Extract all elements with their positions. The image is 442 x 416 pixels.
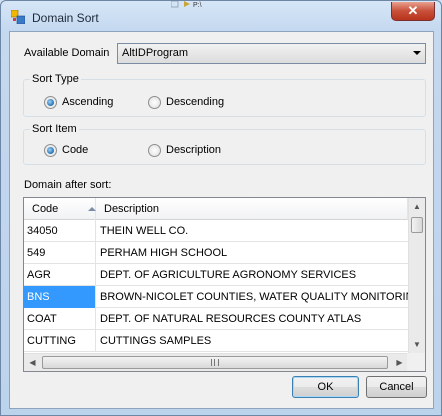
available-domain-label: Available Domain [24, 47, 110, 59]
code-column-label: Code [32, 203, 59, 215]
description-radio[interactable] [148, 144, 161, 157]
code-column-header[interactable]: Code [24, 198, 96, 220]
vertical-scroll-thumb[interactable] [411, 217, 423, 233]
domain-sort-window: Domain Sort P:\ ✕ Available Domain AltID… [0, 0, 442, 416]
code-cell[interactable]: 34050 [24, 220, 96, 242]
ascending-label[interactable]: Ascending [62, 96, 113, 108]
description-cell[interactable]: BROWN-NICOLET COUNTIES, WATER QUALITY MO… [96, 286, 408, 308]
code-cell[interactable]: CUTTING [24, 330, 96, 352]
chevron-down-icon [413, 51, 421, 55]
window-title: Domain Sort [32, 11, 99, 25]
available-domain-value: AltIDProgram [122, 47, 189, 59]
descending-label[interactable]: Descending [166, 96, 224, 108]
domain-after-sort-label: Domain after sort: [24, 179, 112, 191]
code-cell-selected[interactable]: BNS [24, 286, 96, 308]
table-row[interactable]: BNS BROWN-NICOLET COUNTIES, WATER QUALIT… [24, 286, 408, 308]
description-cell[interactable]: THEIN WELL CO. [96, 220, 408, 242]
table-row[interactable]: 34050 THEIN WELL CO. [24, 220, 408, 242]
grid-header: Code Description [24, 198, 408, 220]
descending-radio[interactable] [148, 96, 161, 109]
description-cell[interactable]: CUTTINGS SAMPLES [96, 330, 408, 352]
description-cell[interactable]: DEPT. OF AGRICULTURE AGRONOMY SERVICES [96, 264, 408, 286]
domain-grid[interactable]: Code Description 34050 THEIN WELL CO. 54… [23, 197, 426, 372]
code-radio[interactable] [44, 144, 57, 157]
app-icon [11, 10, 25, 24]
scroll-up-icon[interactable]: ▲ [409, 198, 425, 215]
sort-item-group: Sort Item Code Description [23, 123, 426, 165]
horizontal-scrollbar[interactable]: ◀ ▶ [24, 353, 408, 371]
code-label[interactable]: Code [62, 144, 88, 156]
title-bar[interactable]: Domain Sort P:\ ✕ [1, 1, 441, 31]
svg-text:P:\: P:\ [193, 2, 202, 9]
description-column-label: Description [104, 203, 160, 215]
table-row[interactable]: 549 PERHAM HIGH SCHOOL [24, 242, 408, 264]
background-tree-icon: P:\ [171, 1, 202, 9]
table-row[interactable]: CUTTING CUTTINGS SAMPLES [24, 330, 408, 352]
cancel-button[interactable]: Cancel [366, 376, 427, 398]
sort-type-group: Sort Type Ascending Descending [23, 73, 426, 117]
horizontal-scroll-thumb[interactable] [42, 356, 388, 369]
grip-icon [211, 359, 219, 366]
sort-type-title: Sort Type [30, 73, 81, 85]
sort-ascending-icon [88, 207, 96, 211]
code-cell[interactable]: 549 [24, 242, 96, 264]
scrollbar-corner [407, 353, 425, 371]
scroll-down-icon[interactable]: ▼ [409, 336, 425, 353]
sort-item-title: Sort Item [30, 123, 79, 135]
description-cell[interactable]: DEPT. OF NATURAL RESOURCES COUNTY ATLAS [96, 308, 408, 330]
dialog-body: Available Domain AltIDProgram Sort Type … [9, 31, 434, 409]
table-row[interactable]: AGR DEPT. OF AGRICULTURE AGRONOMY SERVIC… [24, 264, 408, 286]
description-column-header[interactable]: Description [96, 198, 408, 220]
available-domain-dropdown[interactable]: AltIDProgram [117, 43, 426, 64]
close-button[interactable]: ✕ [391, 2, 435, 21]
vertical-scrollbar[interactable]: ▲ ▼ [408, 198, 425, 353]
table-row[interactable]: COAT DEPT. OF NATURAL RESOURCES COUNTY A… [24, 308, 408, 330]
ascending-radio[interactable] [44, 96, 57, 109]
description-label[interactable]: Description [166, 144, 221, 156]
scroll-left-icon[interactable]: ◀ [24, 354, 41, 371]
code-cell[interactable]: AGR [24, 264, 96, 286]
scroll-right-icon[interactable]: ▶ [391, 354, 408, 371]
description-cell[interactable]: PERHAM HIGH SCHOOL [96, 242, 408, 264]
ok-button[interactable]: OK [292, 376, 359, 398]
code-cell[interactable]: COAT [24, 308, 96, 330]
